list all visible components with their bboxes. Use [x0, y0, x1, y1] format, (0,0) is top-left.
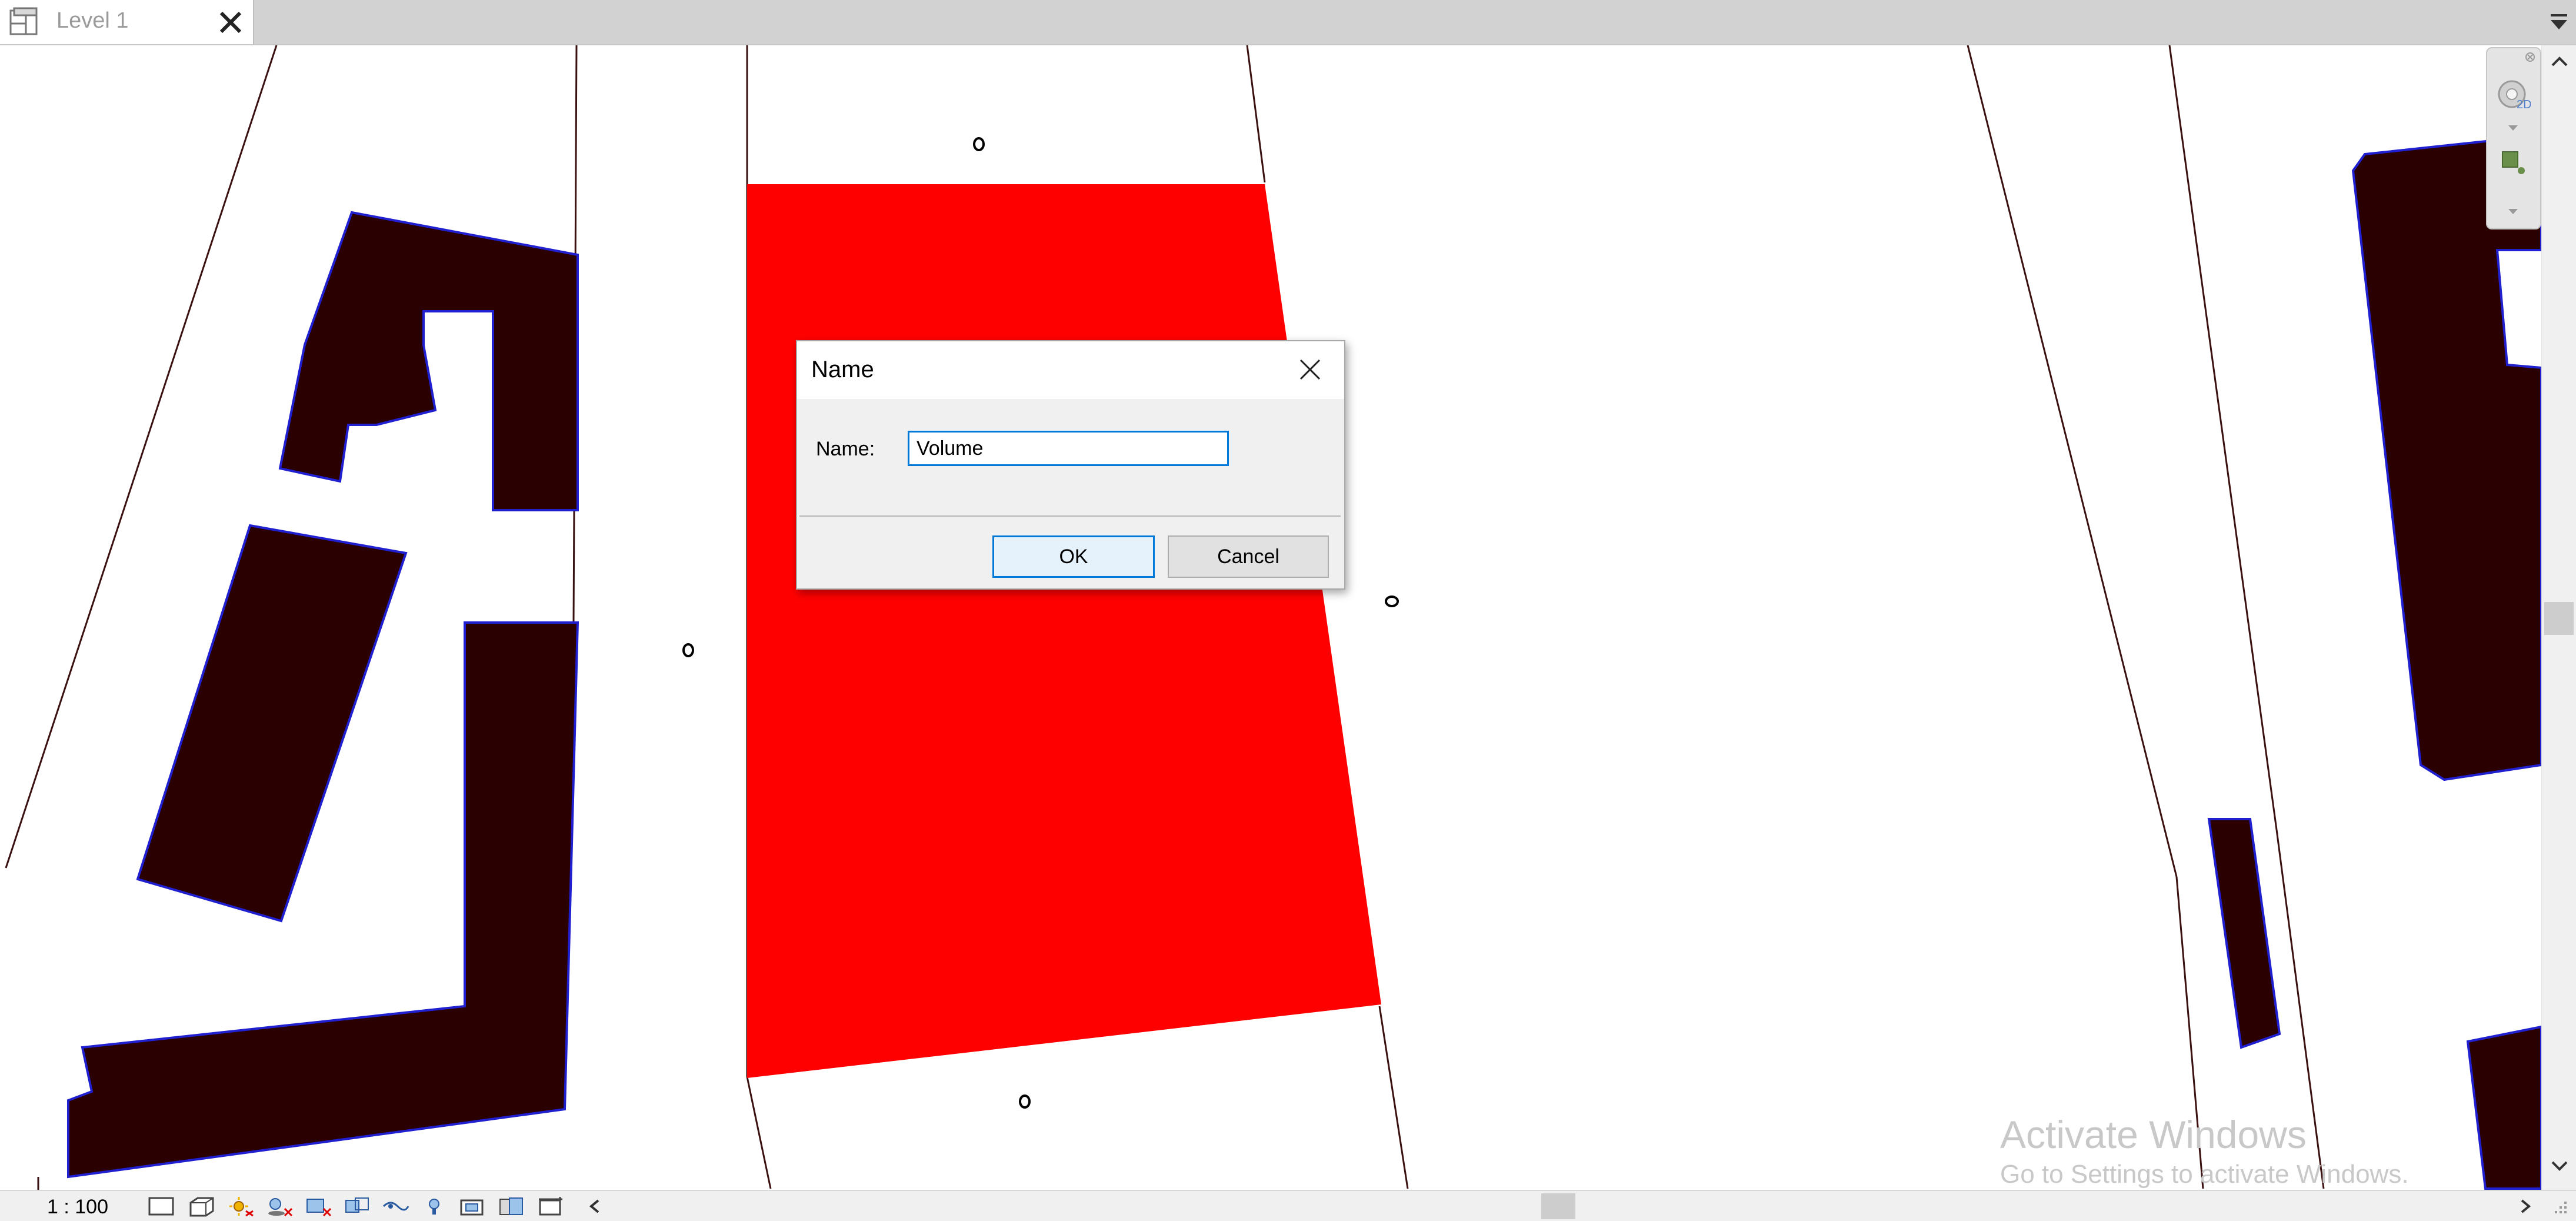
close-icon[interactable] — [1297, 357, 1323, 382]
marker-bottom — [1019, 1094, 1031, 1109]
visual-style-icon[interactable] — [187, 1196, 216, 1217]
marker-top — [973, 137, 985, 151]
view-tab-bar: Level 1 — [0, 0, 2576, 45]
activation-watermark: Activate Windows Go to Settings to activ… — [2000, 1112, 2409, 1192]
building-right-small — [2207, 818, 2281, 1049]
resize-grip-icon[interactable] — [2548, 1197, 2569, 1218]
vertical-scrollbar[interactable] — [2541, 45, 2576, 1190]
tab-label: Level 1 — [56, 8, 129, 33]
building-right-large — [2351, 134, 2542, 781]
shadows-icon[interactable] — [265, 1196, 294, 1217]
view-scale[interactable]: 1 : 100 — [47, 1196, 108, 1219]
dialog-title: Name — [811, 357, 874, 382]
floor-plan-icon — [8, 7, 41, 38]
temporary-view-properties-icon[interactable] — [459, 1196, 488, 1217]
navigation-bar: 2D — [2486, 47, 2541, 229]
marker-right — [1385, 595, 1399, 607]
building-slab-left — [136, 524, 408, 923]
watermark-line-1: Activate Windows — [2000, 1113, 2307, 1156]
close-icon[interactable] — [2525, 52, 2535, 62]
drawing-area[interactable] — [0, 45, 2576, 1190]
name-input[interactable] — [908, 431, 1229, 466]
analytical-model-icon[interactable] — [498, 1196, 527, 1217]
chevron-down-icon[interactable] — [2549, 1155, 2570, 1176]
chevron-up-icon[interactable] — [2549, 51, 2570, 72]
reveal-hidden-elements-icon[interactable] — [420, 1196, 449, 1217]
chevron-down-icon[interactable] — [2507, 124, 2519, 132]
dialog-separator — [799, 515, 1341, 517]
chevron-right-icon[interactable] — [2516, 1197, 2535, 1216]
horizontal-scrollbar[interactable] — [585, 1191, 2576, 1221]
selected-mass[interactable] — [747, 184, 1381, 1078]
detail-level-icon[interactable] — [147, 1196, 176, 1217]
navigation-wheel-icon[interactable]: 2D — [2497, 78, 2532, 119]
watermark-line-2: Go to Settings to activate Windows. — [2000, 1160, 2409, 1189]
ok-button[interactable]: OK — [992, 535, 1155, 578]
tab-level-1[interactable]: Level 1 — [0, 0, 254, 44]
view-control-bar: 1 : 100 — [0, 1190, 2576, 1221]
crop-view-icon[interactable] — [304, 1196, 333, 1217]
horizontal-scroll-thumb[interactable] — [1541, 1193, 1575, 1219]
chevron-left-icon[interactable] — [585, 1197, 604, 1216]
building-u-shape — [278, 211, 579, 511]
temporary-hide-isolate-icon[interactable] — [381, 1196, 411, 1217]
name-dialog: Name Name: OK Cancel — [796, 340, 1345, 590]
zoom-icon[interactable] — [2499, 148, 2528, 184]
vertical-scroll-thumb[interactable] — [2544, 602, 2574, 635]
marker-left — [682, 643, 694, 657]
chevron-down-icon[interactable] — [2507, 207, 2519, 215]
sun-path-icon[interactable] — [226, 1196, 255, 1217]
cancel-button[interactable]: Cancel — [1168, 535, 1329, 578]
dialog-title-bar[interactable]: Name — [797, 341, 1344, 399]
show-crop-region-icon[interactable] — [342, 1196, 372, 1217]
highlight-displacement-icon[interactable] — [536, 1196, 566, 1217]
svg-text:2D: 2D — [2517, 98, 2531, 111]
tab-menu-icon[interactable] — [2547, 12, 2571, 33]
building-right-bottom — [2466, 1025, 2542, 1190]
name-field-label: Name: — [816, 438, 875, 460]
close-icon[interactable] — [216, 8, 245, 36]
